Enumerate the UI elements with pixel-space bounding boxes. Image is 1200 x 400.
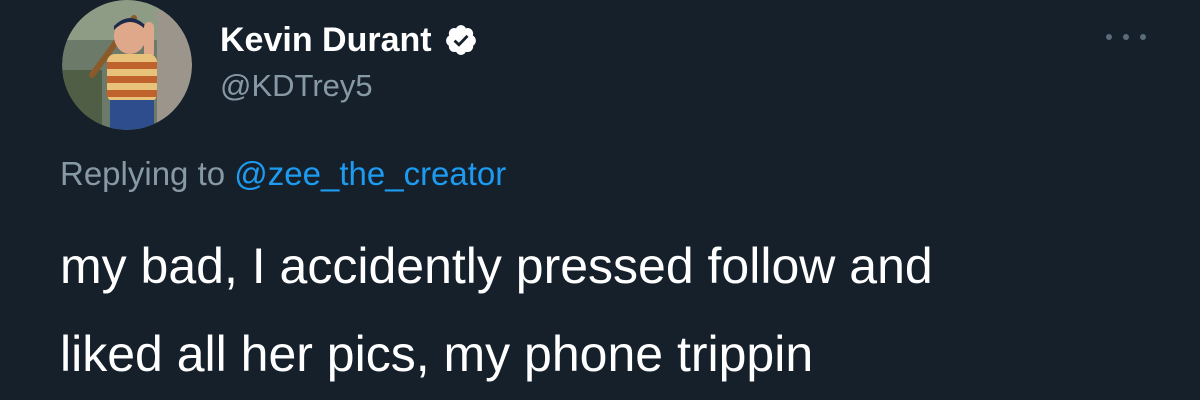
more-dot (1140, 34, 1146, 40)
tweet-text-line: liked all her pics, my phone trippin (60, 326, 814, 382)
tweet-card: Kevin Durant @KDTrey5 Replying to @zee_t… (0, 0, 1200, 400)
avatar[interactable] (62, 0, 192, 130)
replying-to-label: Replying to (60, 155, 226, 192)
tweet-text-line: my bad, I accidently pressed follow and (60, 238, 933, 294)
profile-photo-avatar (62, 0, 192, 130)
tweet-text: my bad, I accidently pressed follow and … (60, 222, 1160, 398)
display-name[interactable]: Kevin Durant (220, 16, 432, 64)
more-dot (1106, 34, 1112, 40)
author-name-row[interactable]: Kevin Durant (220, 16, 478, 64)
more-dot (1123, 34, 1129, 40)
more-options-icon[interactable] (1106, 22, 1146, 52)
verified-badge-icon (445, 25, 476, 55)
reply-mention-link[interactable]: @zee_the_creator (234, 155, 506, 192)
user-handle[interactable]: @KDTrey5 (220, 64, 373, 108)
replying-to: Replying to @zee_the_creator (60, 150, 506, 198)
